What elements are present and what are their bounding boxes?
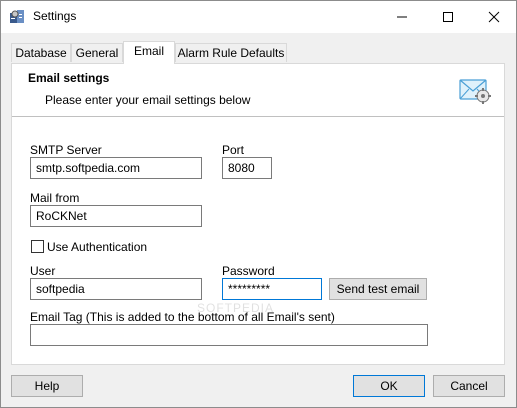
email-settings-panel: Email settings Please enter your email s… bbox=[11, 63, 505, 365]
close-button[interactable] bbox=[471, 1, 517, 33]
header-title: Email settings bbox=[28, 71, 110, 85]
tab-alarm-rule-defaults[interactable]: Alarm Rule Defaults bbox=[175, 43, 287, 62]
user-label: User bbox=[30, 264, 56, 278]
mail-from-label: Mail from bbox=[30, 191, 80, 205]
password-label: Password bbox=[222, 264, 275, 278]
close-icon bbox=[488, 11, 500, 23]
use-authentication-checkbox[interactable] bbox=[31, 240, 44, 253]
ok-button[interactable]: OK bbox=[353, 375, 425, 397]
window-title: Settings bbox=[33, 9, 77, 23]
use-authentication-label[interactable]: Use Authentication bbox=[47, 240, 147, 254]
header-divider bbox=[12, 116, 504, 117]
panel-header: Email settings Please enter your email s… bbox=[12, 64, 504, 115]
send-test-email-button[interactable]: Send test email bbox=[329, 278, 427, 300]
tab-general[interactable]: General bbox=[71, 43, 123, 62]
help-button[interactable]: Help bbox=[11, 375, 83, 397]
email-tag-input[interactable] bbox=[30, 324, 428, 346]
minimize-button[interactable] bbox=[379, 1, 425, 33]
smtp-server-label: SMTP Server bbox=[30, 143, 102, 157]
user-input[interactable]: softpedia bbox=[30, 278, 202, 300]
app-icon bbox=[9, 8, 25, 24]
watermark: SOFTPEDIA bbox=[197, 301, 275, 315]
maximize-icon bbox=[443, 12, 453, 22]
password-input[interactable]: ********* bbox=[222, 278, 322, 300]
settings-window: Settings Database General Email Alarm Ru… bbox=[0, 0, 517, 408]
smtp-server-input[interactable]: smtp.softpedia.com bbox=[30, 157, 202, 179]
cancel-button[interactable]: Cancel bbox=[433, 375, 505, 397]
port-label: Port bbox=[222, 143, 245, 157]
email-tag-label: Email Tag (This is added to the bottom o… bbox=[30, 310, 335, 324]
header-subtitle: Please enter your email settings below bbox=[45, 93, 251, 107]
tab-database[interactable]: Database bbox=[11, 43, 71, 62]
maximize-button[interactable] bbox=[425, 1, 471, 33]
port-input[interactable]: 8080 bbox=[222, 157, 272, 179]
mail-from-input[interactable]: RoCKNet bbox=[30, 205, 202, 227]
title-bar: Settings bbox=[1, 1, 516, 33]
minimize-icon bbox=[397, 16, 407, 18]
tab-email[interactable]: Email bbox=[123, 41, 175, 64]
email-icon bbox=[458, 74, 492, 108]
